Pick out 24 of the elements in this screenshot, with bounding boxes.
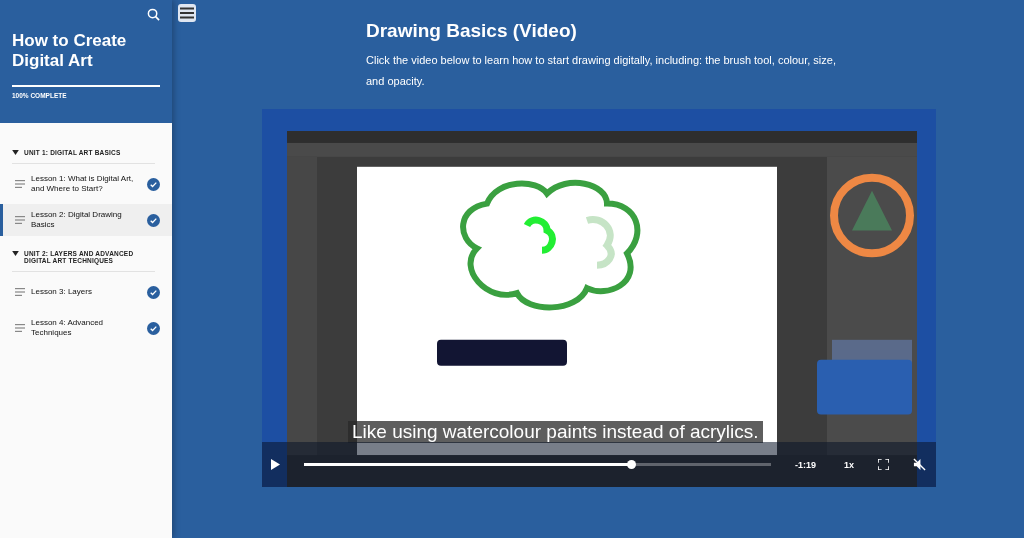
fullscreen-icon[interactable] bbox=[878, 459, 889, 470]
text-lines-icon bbox=[15, 216, 25, 224]
lesson-item[interactable]: Lesson 4: Advanced Techniques bbox=[0, 312, 172, 344]
lesson-item[interactable]: Lesson 2: Digital Drawing Basics bbox=[0, 204, 172, 236]
speed-button[interactable]: 1x bbox=[838, 457, 860, 472]
muted-speaker-icon[interactable] bbox=[913, 458, 926, 471]
caret-icon bbox=[12, 251, 19, 256]
progress-thumb[interactable] bbox=[626, 460, 636, 469]
text-lines-icon bbox=[15, 324, 25, 332]
menu-button[interactable] bbox=[178, 4, 196, 22]
video-caption: Like using watercolour paints instead of acrylics. bbox=[348, 421, 763, 443]
lesson-title: Drawing Basics (Video) bbox=[366, 20, 578, 42]
time-remaining: -1:19 bbox=[794, 459, 816, 470]
lesson-description: Click the video below to learn how to start drawing digitally, including: the brush tool, colour, size, and opacity. bbox=[366, 53, 836, 89]
lesson-item[interactable]: Lesson 3: Layers bbox=[0, 276, 172, 308]
lesson-item[interactable]: Lesson 1: What is Digital Art, and Where to Start? bbox=[0, 168, 172, 200]
play-icon[interactable] bbox=[271, 459, 280, 470]
search-icon[interactable] bbox=[147, 8, 160, 21]
progress-track[interactable] bbox=[304, 463, 771, 466]
video-player[interactable]: Like using watercolour paints instead of acrylics. -1:19 1x bbox=[262, 109, 936, 487]
text-lines-icon bbox=[15, 180, 25, 188]
text-lines-icon bbox=[15, 288, 25, 296]
caret-icon bbox=[12, 150, 19, 155]
course-title: How to Create Digital Art bbox=[12, 31, 128, 71]
